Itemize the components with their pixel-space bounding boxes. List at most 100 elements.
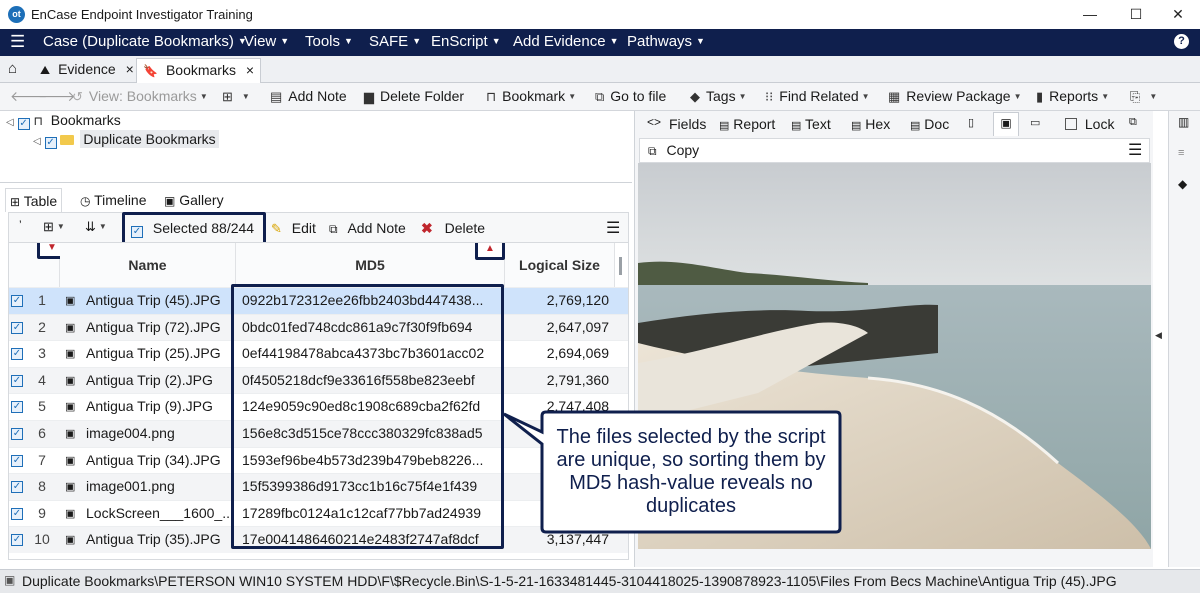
collapse-arrow-icon[interactable]: ◀ <box>1155 330 1162 341</box>
home-icon[interactable]: ⌂ <box>8 60 17 77</box>
main-toolbar: 🡐 🡒 ↺ View: Bookmarks ▼ ⊞ ▼ ▤ Add Note ▆ Dele… <box>0 83 1200 111</box>
header-md5[interactable]: MD5 <box>236 243 505 287</box>
row-checkbox-icon[interactable]: ✓ <box>11 401 23 414</box>
file-icon[interactable]: ▯ <box>968 116 974 129</box>
gallery-icon: ▣ <box>164 194 176 208</box>
forward-arrow-icon[interactable]: 🡒 <box>38 88 76 105</box>
row-checkbox-icon[interactable]: ✓ <box>11 321 23 334</box>
row-checkbox-icon[interactable]: ✓ <box>11 507 23 520</box>
selected-count[interactable]: ✓ Selected 88/244 <box>131 220 254 238</box>
tab-doc[interactable]: ▤ Doc <box>910 116 949 132</box>
help-icon[interactable]: ? <box>1174 34 1189 49</box>
tree-node-duplicate-bookmarks[interactable]: ◁ ✓ Duplicate Bookmarks <box>33 130 219 149</box>
find-related-label: Find Related <box>779 88 859 104</box>
hamburger-menu-icon[interactable]: ☰ <box>10 32 25 52</box>
side-list-icon[interactable]: ≡ <box>1178 147 1184 159</box>
row-name: image004.png <box>86 425 175 441</box>
copy-button[interactable]: ⧉ Copy <box>648 142 699 159</box>
image-file-icon: ▣ <box>65 348 76 361</box>
tab-bookmarks[interactable]: 🔖 Bookmarks × <box>136 58 262 83</box>
checkbox-icon[interactable]: ✓ <box>17 118 30 130</box>
row-checkbox-icon[interactable]: ✓ <box>11 348 23 361</box>
lock-toggle[interactable]: Lock <box>1065 116 1114 132</box>
checkbox-icon[interactable]: ✓ <box>44 137 57 149</box>
layout-dropdown[interactable]: ⊞ ▼ <box>222 88 250 105</box>
menu-add-evidence-label: Add Evidence <box>513 33 606 50</box>
header-logical-size[interactable]: Logical Size <box>505 243 615 287</box>
expand-icon[interactable]: ◁ <box>6 117 14 128</box>
table-add-note-button[interactable]: ⧉ Add Note <box>329 220 406 237</box>
go-to-file-button[interactable]: ⧉ Go to file <box>595 88 666 105</box>
grid-icon: ⊞ <box>43 219 54 234</box>
export-dropdown[interactable]: ⎘ ▼ <box>1130 88 1157 105</box>
console-icon[interactable]: ▭ <box>1030 116 1040 129</box>
menu-add-evidence[interactable]: Add Evidence ▼ <box>513 33 619 50</box>
tree-node-bookmarks[interactable]: ◁ ✓ ⊓ Bookmarks <box>6 112 121 130</box>
delete-button[interactable]: ✖ Delete <box>421 220 485 237</box>
tab-timeline[interactable]: ◷ Timeline <box>80 192 147 208</box>
row-number: 7 <box>38 451 46 468</box>
expand-icon[interactable]: ◁ <box>33 136 41 147</box>
scrollbar-thumb[interactable] <box>619 257 622 275</box>
tab-table[interactable]: ⊞ Table <box>5 188 63 212</box>
tick-icon[interactable]: ’ <box>19 218 22 232</box>
tags-label: Tags <box>706 88 736 104</box>
header-checkbox-col[interactable]: ▼ <box>9 243 67 287</box>
edit-button[interactable]: ✎ Edit <box>271 220 316 237</box>
bookmark-dropdown[interactable]: ⊓ Bookmark ▼ <box>486 88 576 105</box>
tab-text[interactable]: ▤ Text <box>791 116 831 132</box>
callout-text: The files selected by the script are uni… <box>556 426 826 517</box>
add-note-label: Add Note <box>288 88 347 104</box>
review-package-dropdown[interactable]: ▦ Review Package ▼ <box>888 88 1022 105</box>
menu-pathways[interactable]: Pathways ▼ <box>627 33 705 50</box>
menu-tools[interactable]: Tools ▼ <box>305 33 353 50</box>
chevron-down-icon: ▼ <box>861 92 870 101</box>
row-checkbox-icon[interactable]: ✓ <box>11 454 23 467</box>
row-checkbox-icon[interactable]: ✓ <box>11 534 23 547</box>
find-related-dropdown[interactable]: ⁝⁝ Find Related ▼ <box>765 88 870 105</box>
tab-fields[interactable]: Fields <box>669 116 706 132</box>
minimize-button[interactable]: — <box>1068 0 1112 29</box>
header-name[interactable]: Name <box>60 243 236 287</box>
side-panel-icon[interactable]: ▥ <box>1178 115 1189 129</box>
lock-checkbox[interactable] <box>1065 118 1077 130</box>
md5-sort-ascending-icon[interactable]: ▲ <box>475 243 505 260</box>
tab-evidence[interactable]: ⛰ Evidence × <box>34 58 140 83</box>
export-icon: ⎘ <box>1130 89 1141 104</box>
delete-label: Delete <box>444 220 486 236</box>
tags-dropdown[interactable]: ◆ Tags ▼ <box>690 88 747 105</box>
tab-hex[interactable]: ▤ Hex <box>851 116 890 132</box>
row-name: Antigua Trip (2).JPG <box>86 371 213 388</box>
tab-report[interactable]: ▤ Report <box>719 116 775 132</box>
menu-view[interactable]: View ▼ <box>244 33 289 50</box>
picture-tab-icon[interactable]: ▣ <box>993 112 1019 136</box>
popout-icon[interactable]: ⧉ <box>1129 116 1137 129</box>
columns-dropdown[interactable]: ⊞ ▼ <box>43 219 65 235</box>
md5-highlight-box <box>231 284 504 549</box>
tab-bookmarks-close-icon[interactable]: × <box>246 62 254 78</box>
tab-gallery[interactable]: ▣ Gallery <box>164 192 224 208</box>
delete-folder-button[interactable]: ▆ Delete Folder <box>364 88 464 105</box>
review-package-icon: ▦ <box>888 89 901 104</box>
menu-enscript[interactable]: EnScript ▼ <box>431 33 501 50</box>
menu-case[interactable]: Case (Duplicate Bookmarks) ▼ <box>43 33 247 50</box>
reports-dropdown[interactable]: ▮ Reports ▼ <box>1036 88 1109 105</box>
row-checkbox-icon[interactable]: ✓ <box>11 374 23 387</box>
menu-pathways-label: Pathways <box>627 33 693 50</box>
view-dropdown[interactable]: ↺ View: Bookmarks ▼ <box>72 88 208 105</box>
menu-safe[interactable]: SAFE ▼ <box>369 33 421 50</box>
chevron-down-icon: ▼ <box>609 36 619 46</box>
maximize-button[interactable]: ☐ <box>1114 0 1158 29</box>
sort-dropdown[interactable]: ⇊ ▼ <box>85 219 107 235</box>
table-menu-icon[interactable]: ☰ <box>606 218 620 238</box>
close-button[interactable]: ✕ <box>1156 0 1200 29</box>
row-checkbox-icon[interactable]: ✓ <box>11 481 23 494</box>
side-tag-icon[interactable]: ◆ <box>1178 177 1187 191</box>
row-checkbox-icon[interactable]: ✓ <box>11 295 23 307</box>
row-checkbox-icon[interactable]: ✓ <box>11 428 23 440</box>
add-note-button[interactable]: ▤ Add Note <box>270 88 347 105</box>
tab-evidence-close-icon[interactable]: × <box>126 61 134 77</box>
copy-bar: ⧉ Copy ☰ <box>639 138 1150 163</box>
viewer-nav-icon[interactable]: <> <box>647 115 661 129</box>
viewer-menu-icon[interactable]: ☰ <box>1128 140 1142 160</box>
